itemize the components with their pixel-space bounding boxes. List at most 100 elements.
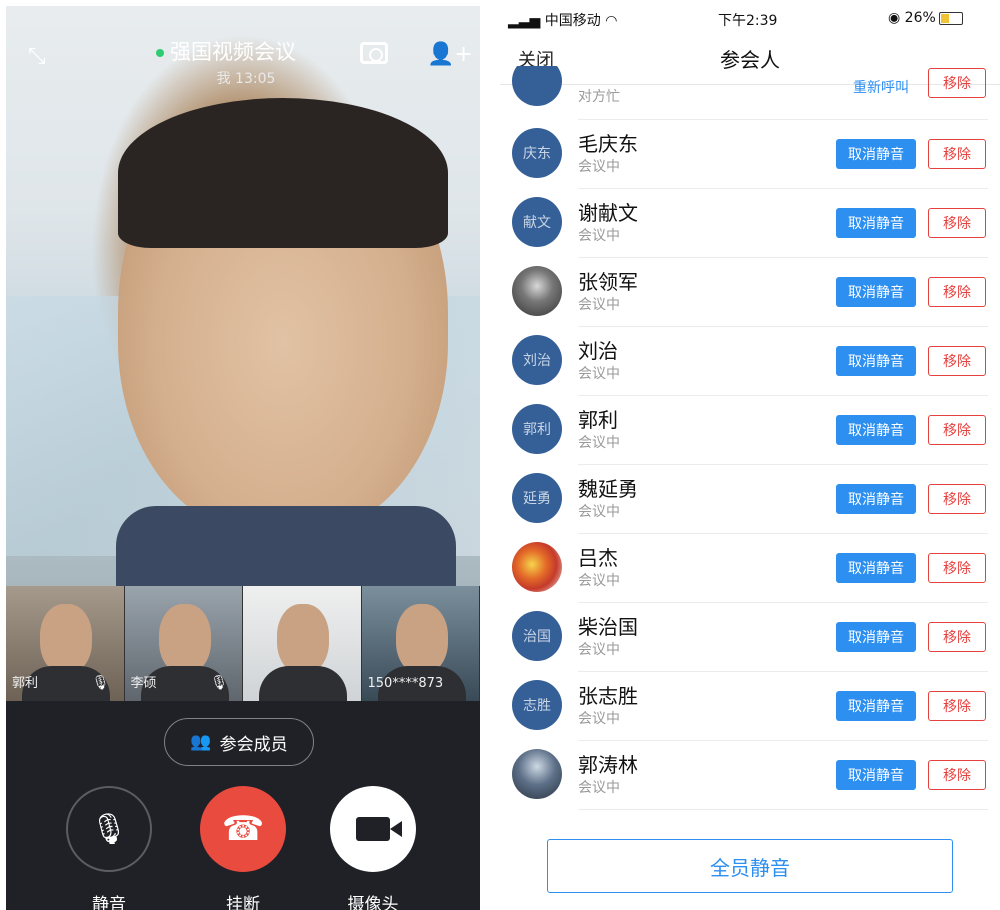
unmute-button[interactable]: 取消静音 [836,553,916,583]
wifi-icon: ◠ [605,13,618,29]
participant-row[interactable]: 张领军 会议中 取消静音 移除 [500,258,1000,327]
unmute-button[interactable]: 取消静音 [836,415,916,445]
participant-row[interactable]: 治国 柴治国 会议中 取消静音 移除 [500,603,1000,672]
call-top-bar: ⤡ 强国视频会议 我 13:05 👤+ [6,6,480,87]
clock: 下午2:39 [718,13,778,29]
participant-row[interactable]: 吕杰 会议中 取消静音 移除 [500,534,1000,603]
avatar [512,542,562,592]
avatar [512,749,562,799]
mute-label: 静音 [92,895,126,910]
participant-name: 魏延勇 [578,477,638,501]
hangup-label: 挂断 [226,895,260,910]
thumbnail-video[interactable] [243,586,362,701]
thumb-face [40,604,92,674]
remove-button[interactable]: 移除 [928,277,986,307]
participant-status: 会议中 [578,366,620,382]
participant-name: 谢献文 [578,201,638,225]
participant-row[interactable]: 刘治 刘治 会议中 取消静音 移除 [500,327,1000,396]
participant-row[interactable]: 对方忙 重新呼叫 移除 [500,66,1000,120]
thumbnail-name: 郭利 [12,676,39,691]
remove-button[interactable]: 移除 [928,68,986,98]
participant-name: 吕杰 [578,546,618,570]
unmute-button[interactable]: 取消静音 [836,346,916,376]
members-button[interactable]: 👥 参会成员 [164,718,314,766]
avatar: 志胜 [512,680,562,730]
thumbnail-video[interactable]: 150****873 [361,586,480,701]
participant-row[interactable]: 献文 谢献文 会议中 取消静音 移除 [500,189,1000,258]
divider [578,809,988,810]
participant-status: 会议中 [578,159,620,175]
mute-all-button[interactable]: 全员静音 [547,839,953,893]
participant-row[interactable]: 郭利 郭利 会议中 取消静音 移除 [500,396,1000,465]
recall-button[interactable]: 重新呼叫 [836,72,926,102]
remove-button[interactable]: 移除 [928,415,986,445]
remove-button[interactable]: 移除 [928,484,986,514]
participant-name: 郭利 [578,408,618,432]
add-participant-icon[interactable]: 👤+ [427,42,473,67]
unmute-button[interactable]: 取消静音 [836,277,916,307]
avatar: 庆东 [512,128,562,178]
call-title-text: 强国视频会议 [170,40,296,64]
online-dot-icon [156,49,164,57]
unmute-button[interactable]: 取消静音 [836,691,916,721]
remove-button[interactable]: 移除 [928,622,986,652]
call-subtitle: 我 13:05 [216,71,276,87]
video-camera-icon [356,817,402,841]
unmute-button[interactable]: 取消静音 [836,208,916,238]
remove-button[interactable]: 移除 [928,691,986,721]
participant-status: 会议中 [578,228,620,244]
switch-camera-icon[interactable] [360,42,388,64]
mic-muted-icon: 🎙 [91,675,110,691]
participant-status: 对方忙 [578,89,620,105]
participant-name: 毛庆东 [578,132,638,156]
main-video-feed [6,6,480,586]
call-title: 强国视频会议 [156,36,336,66]
participant-status: 会议中 [578,297,620,313]
thumb-face [395,604,448,674]
participant-row[interactable]: 庆东 毛庆东 会议中 取消静音 移除 [500,120,1000,189]
thumbnail-video[interactable]: 李硕 🎙 [124,586,243,701]
minimize-icon[interactable]: ⤡ [28,44,46,69]
thumbnail-video[interactable]: 郭利 🎙 [6,586,125,701]
participant-status: 会议中 [578,573,620,589]
participant-hair [118,98,448,248]
participant-status: 会议中 [578,504,620,520]
thumbnail-name: 150****873 [367,676,444,691]
battery-icon [938,11,963,25]
participant-row[interactable]: 延勇 魏延勇 会议中 取消静音 移除 [500,465,1000,534]
participant-name: 郭涛林 [578,753,638,777]
battery: ◉ 26% [888,10,963,26]
mic-muted-icon: 🎙 [210,675,228,691]
remove-button[interactable]: 移除 [928,346,986,376]
video-call-screen: ⤡ 强国视频会议 我 13:05 👤+ 郭利 🎙 李硕 🎙 150****873… [6,6,480,910]
avatar: 刘治 [512,335,562,385]
participant-name: 张志胜 [578,684,638,708]
mute-button[interactable]: 🎙 [66,786,152,872]
avatar: 献文 [512,197,562,247]
participant-row[interactable]: 志胜 张志胜 会议中 取消静音 移除 [500,672,1000,741]
thumbnail-name: 李硕 [130,676,157,691]
remove-button[interactable]: 移除 [928,208,986,238]
camera-button[interactable] [330,786,416,872]
carrier-text: 中国移动 [544,13,601,29]
unmute-button[interactable]: 取消静音 [836,139,916,169]
participant-name: 刘治 [578,339,618,363]
mic-off-icon: 🎙 [89,811,129,847]
avatar [512,66,562,106]
remove-button[interactable]: 移除 [928,139,986,169]
thumb-face [158,604,211,674]
participant-row[interactable]: 郭涛林 会议中 取消静音 移除 [500,741,1000,810]
hangup-button[interactable]: ☎ [200,786,286,872]
unmute-button[interactable]: 取消静音 [836,484,916,514]
lock-rotation-icon: ◉ [888,10,901,26]
thumb-face [277,604,329,674]
carrier: ▂▃▅ 中国移动 ◠ [508,10,617,30]
unmute-button[interactable]: 取消静音 [836,622,916,652]
remove-button[interactable]: 移除 [928,553,986,583]
camera-label: 摄像头 [347,895,399,910]
avatar: 郭利 [512,404,562,454]
remove-button[interactable]: 移除 [928,760,986,790]
members-label: 参会成员 [219,734,288,755]
participant-status: 会议中 [578,642,620,658]
unmute-button[interactable]: 取消静音 [836,760,916,790]
